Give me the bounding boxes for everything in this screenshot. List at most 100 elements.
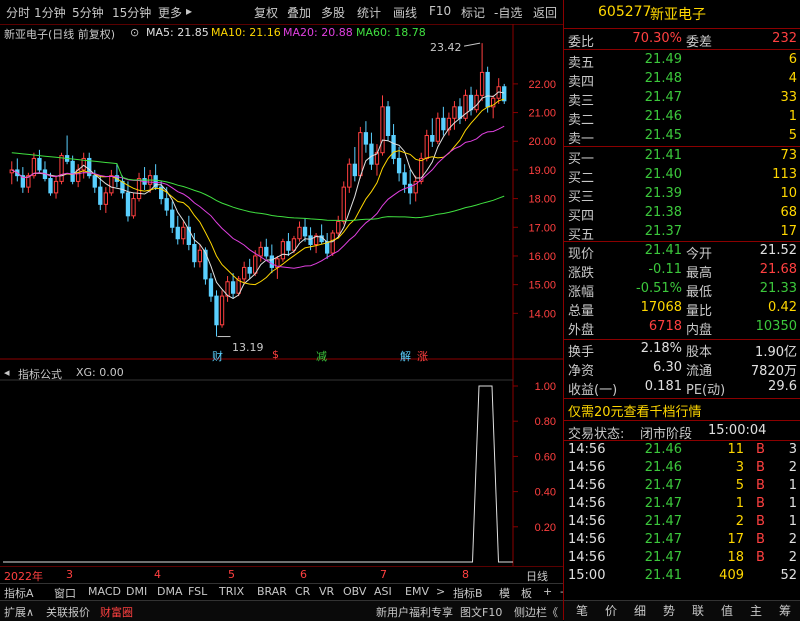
f10-button[interactable]: F10 — [429, 4, 451, 18]
stat-row: 涨跌 -0.11 最高 21.68 — [564, 262, 800, 281]
candle-body — [92, 175, 97, 188]
tab-more[interactable]: 更多 — [158, 4, 182, 21]
date-tick: 4 — [154, 568, 161, 581]
panel-nav-tab[interactable]: 主 — [744, 601, 768, 621]
back-button[interactable]: 返回 — [533, 4, 557, 21]
panel-nav-tab[interactable]: 筹 — [773, 601, 797, 621]
diejia-button[interactable]: 叠加 — [287, 4, 311, 21]
book-row[interactable]: 卖三 21.47 33 — [564, 90, 800, 109]
indicator-tab[interactable]: MACD — [88, 585, 121, 598]
book-row[interactable]: 买二 21.40 113 — [564, 167, 800, 186]
panel-nav-tab[interactable]: 联 — [686, 601, 710, 621]
panel-nav-tab[interactable]: 价 — [599, 601, 623, 621]
promo-row[interactable]: 仅需20元查看千档行情 — [564, 401, 800, 420]
book-row[interactable]: 买三 21.39 10 — [564, 186, 800, 205]
indicator-tab[interactable]: DMA — [157, 585, 183, 598]
marker-zhang[interactable]: 涨 — [417, 348, 428, 364]
indicator-name[interactable]: 指标公式 — [18, 366, 62, 382]
indicator-tab[interactable]: 模 — [499, 585, 510, 601]
book-level-label: 卖五 — [568, 56, 595, 71]
expand-button[interactable]: 扩展∧ — [4, 604, 34, 620]
promo-text[interactable]: 仅需20元查看千档行情 — [568, 401, 702, 420]
indicator-tab[interactable]: 指标B — [453, 585, 483, 601]
panel-nav-tab[interactable]: 值 — [715, 601, 739, 621]
candle-body — [485, 71, 490, 108]
quote-panel: 605277 新亚电子 委比 70.30% 委差 232 卖五 21.49 6 卖四 2… — [563, 0, 800, 621]
date-axis: 2022年 3 4 5 6 7 8 日线 — [0, 566, 563, 584]
indicator-tab[interactable]: BRAR — [257, 585, 287, 598]
y-tick-label: 17.00 — [528, 222, 556, 234]
marker-cai[interactable]: 财 — [212, 348, 223, 364]
indicator-tab[interactable]: CR — [295, 585, 310, 598]
book-row[interactable]: 卖一 21.45 5 — [564, 128, 800, 147]
ma-collapse-icon[interactable]: ⊙ — [130, 26, 139, 39]
indicator-tab[interactable]: TRIX — [219, 585, 244, 598]
indicator-tab[interactable]: 指标A — [4, 585, 34, 601]
book-row[interactable]: 买五 21.37 17 — [564, 224, 800, 243]
book-volume: 17 — [780, 224, 797, 239]
more-chevron-icon[interactable]: ▸ — [186, 4, 192, 18]
book-row[interactable]: 买四 21.38 68 — [564, 205, 800, 224]
tab-5min[interactable]: 5分钟 — [72, 4, 104, 21]
candle-body — [435, 117, 440, 142]
candle-body — [347, 163, 352, 188]
indicator-tab[interactable]: VR — [319, 585, 334, 598]
biaoji-button[interactable]: 标记 — [461, 4, 485, 21]
indicator-tab[interactable]: ASI — [374, 585, 392, 598]
f10-graphic-button[interactable]: 图文F10 — [460, 604, 502, 620]
ma10-label: MA10: 21.16 — [211, 26, 281, 39]
book-row[interactable]: 卖二 21.46 1 — [564, 109, 800, 128]
panel-nav-tab[interactable]: 细 — [628, 601, 652, 621]
tick-row: 15:00 21.41 409 52 — [564, 568, 800, 586]
book-row[interactable]: 卖五 21.49 6 — [564, 52, 800, 71]
stat-value: 17068 — [640, 300, 682, 315]
tick-row: 14:56 21.46 3 B 2 — [564, 460, 800, 478]
stat-label: 量比 — [686, 304, 713, 319]
stat-value: 2.18% — [640, 341, 682, 356]
book-volume: 10 — [780, 186, 797, 201]
fuquan-button[interactable]: 复权 — [254, 4, 278, 21]
indicator-tab[interactable]: DMI — [126, 585, 147, 598]
stat-label: 总量 — [568, 304, 595, 319]
period-label[interactable]: 日线 — [526, 568, 548, 584]
wealth-circle-button[interactable]: 财富圈 — [100, 604, 133, 620]
tab-1min[interactable]: 1分钟 — [34, 4, 66, 21]
indicator-tab[interactable]: + — [543, 585, 552, 598]
marker-dollar[interactable]: $ — [272, 348, 279, 361]
tongji-button[interactable]: 统计 — [357, 4, 381, 21]
candle-body — [37, 157, 42, 171]
indicator-tab[interactable]: > — [436, 585, 445, 598]
marker-jie[interactable]: 解 — [400, 348, 411, 364]
indicator-tab[interactable]: FSL — [188, 585, 207, 598]
marker-jian[interactable]: 减 — [316, 348, 327, 364]
candle-body — [280, 241, 286, 260]
panel-nav-tab[interactable]: 势 — [657, 601, 681, 621]
duogu-button[interactable]: 多股 — [321, 4, 345, 21]
indicator-tab[interactable]: 窗口 — [54, 585, 76, 601]
book-row[interactable]: 卖四 21.48 4 — [564, 71, 800, 90]
tab-15min[interactable]: 15分钟 — [112, 4, 151, 21]
zixuan-button[interactable]: -自选 — [494, 4, 522, 21]
candle-body — [452, 106, 457, 119]
tick-count: 2 — [788, 460, 797, 475]
indicator-collapse-icon[interactable]: ◂ — [4, 366, 10, 379]
new-user-button[interactable]: 新用户福利专享 — [376, 604, 453, 620]
tick-volume: 409 — [719, 568, 744, 583]
price-chart[interactable]: 22.00 21.00 20.00 19.00 18.00 17.00 16.00 15.00… — [0, 24, 563, 566]
ma-line-ma10 — [11, 98, 505, 286]
tick-row: 14:56 21.47 18 B 2 — [564, 550, 800, 568]
divider — [564, 28, 800, 29]
huaxian-button[interactable]: 画线 — [393, 4, 417, 21]
stat-label: 净资 — [568, 364, 595, 379]
indicator-tab[interactable]: OBV — [343, 585, 366, 598]
indicator-tab[interactable]: EMV — [405, 585, 429, 598]
related-quotes-button[interactable]: 关联报价 — [46, 604, 90, 620]
indicator-tab[interactable]: 板 — [521, 585, 532, 601]
panel-nav-tab[interactable]: 笔 — [570, 601, 594, 621]
tab-fenshi[interactable]: 分时 — [6, 4, 30, 21]
book-row[interactable]: 买一 21.41 73 — [564, 148, 800, 167]
y-tick-label: 16.00 — [528, 251, 556, 263]
sidebar-button[interactable]: 侧边栏《 — [514, 604, 558, 620]
y-tick-label: 22.00 — [528, 79, 556, 91]
high-annotation: 23.42 — [430, 41, 462, 54]
